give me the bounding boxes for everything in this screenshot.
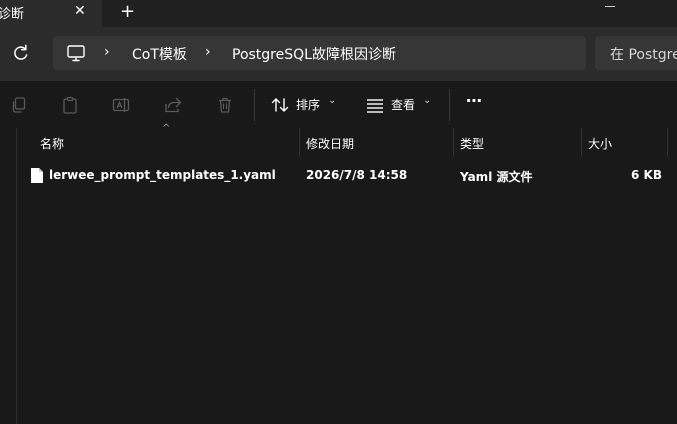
tab-current-folder[interactable]: 诊断 ✕ xyxy=(0,0,102,27)
column-header-modified[interactable]: 修改日期 xyxy=(306,135,354,152)
copy-icon[interactable] xyxy=(9,95,29,115)
file-size: 6 KB xyxy=(631,168,662,182)
sort-button[interactable]: 排序 xyxy=(296,96,320,113)
column-header-name[interactable]: 名称 xyxy=(40,135,64,152)
column-divider[interactable] xyxy=(667,128,668,157)
paste-icon[interactable] xyxy=(60,95,80,115)
column-header-type[interactable]: 类型 xyxy=(460,135,484,152)
toolbar-divider xyxy=(449,89,450,121)
file-modified-date: 2026/7/8 14:58 xyxy=(306,168,408,182)
title-bar: 诊断 ✕ + xyxy=(0,0,677,27)
sort-indicator-icon: ^ xyxy=(162,123,171,134)
column-header-size[interactable]: 大小 xyxy=(588,135,612,152)
breadcrumb-item-postgresql[interactable]: PostgreSQL故障根因诊断 xyxy=(232,44,396,64)
minimize-icon[interactable] xyxy=(603,0,617,10)
delete-icon[interactable] xyxy=(215,95,235,115)
file-name: lerwee_prompt_templates_1.yaml xyxy=(49,168,276,182)
search-placeholder: 在 Postgre xyxy=(610,47,677,63)
search-box[interactable]: 在 Postgre xyxy=(595,36,677,70)
tab-title: 诊断 xyxy=(0,7,25,22)
sort-icon[interactable] xyxy=(270,95,290,115)
view-button[interactable]: 查看 xyxy=(391,96,415,113)
column-divider[interactable] xyxy=(453,128,454,157)
more-options-icon[interactable]: ⋯ xyxy=(466,91,483,110)
column-divider[interactable] xyxy=(299,128,300,157)
address-bar[interactable]: › CoT模板 › PostgreSQL故障根因诊断 xyxy=(53,36,586,70)
refresh-icon[interactable] xyxy=(12,43,30,63)
file-row[interactable]: lerwee_prompt_templates_1.yaml 2026/7/8 … xyxy=(17,162,667,190)
command-toolbar: 排序 ⌄ 查看 ⌄ ⋯ xyxy=(0,81,677,128)
new-tab-icon[interactable]: + xyxy=(120,1,135,22)
column-divider[interactable] xyxy=(581,128,582,157)
rename-icon[interactable] xyxy=(111,95,131,115)
view-chevron-down-icon[interactable]: ⌄ xyxy=(423,95,431,106)
column-header-row: ^ 名称 修改日期 类型 大小 xyxy=(0,123,677,157)
view-icon[interactable] xyxy=(365,95,385,115)
breadcrumb-separator-icon[interactable]: › xyxy=(205,44,211,60)
breadcrumb-separator-icon[interactable]: › xyxy=(104,44,110,60)
computer-icon[interactable] xyxy=(66,43,86,63)
navigation-bar: › CoT模板 › PostgreSQL故障根因诊断 在 Postgre xyxy=(0,27,677,81)
file-icon xyxy=(31,168,43,183)
file-type: Yaml 源文件 xyxy=(460,170,533,184)
toolbar-divider xyxy=(254,89,255,121)
sort-chevron-down-icon[interactable]: ⌄ xyxy=(328,95,336,106)
share-icon[interactable] xyxy=(163,95,183,115)
close-tab-icon[interactable]: ✕ xyxy=(74,3,86,19)
breadcrumb-item-cot[interactable]: CoT模板 xyxy=(132,44,187,64)
